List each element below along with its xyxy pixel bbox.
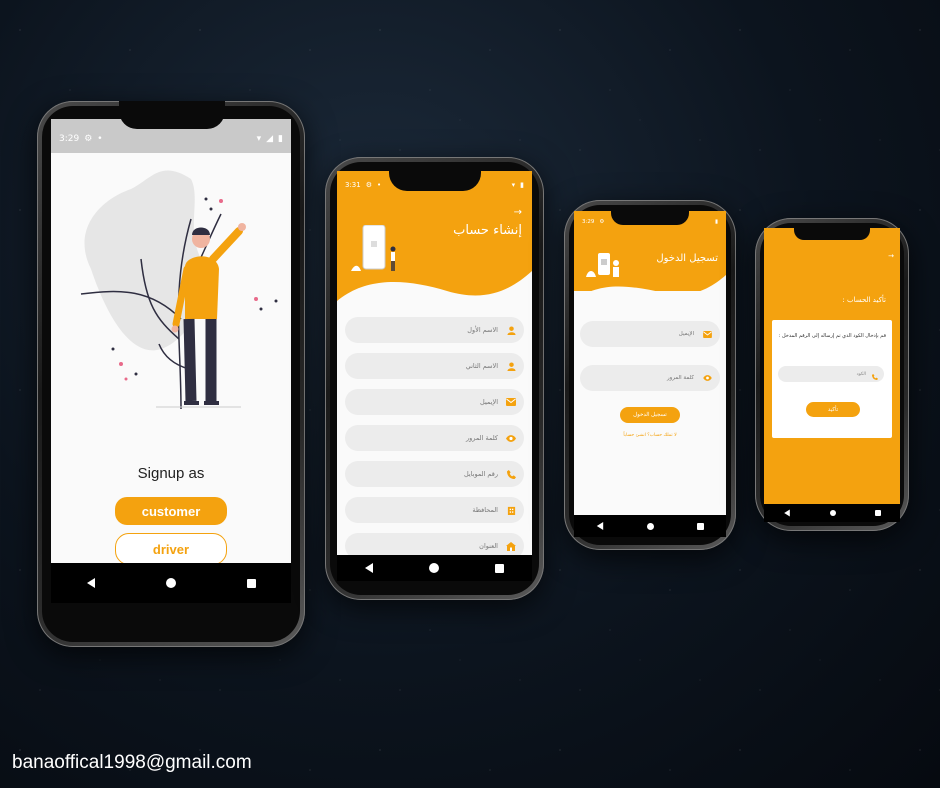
code-field[interactable]: الكود <box>778 366 884 382</box>
header-wave <box>574 275 726 311</box>
mobile-field[interactable]: رقم الموبايل <box>345 461 524 487</box>
dot-icon: • <box>377 181 382 189</box>
battery-icon: ▮ <box>714 219 718 225</box>
back-icon[interactable] <box>784 509 791 517</box>
home-button-icon[interactable] <box>165 578 176 588</box>
governorate-field[interactable]: المحافظة <box>345 497 524 523</box>
back-icon[interactable] <box>596 522 603 530</box>
recents-icon[interactable] <box>246 578 256 588</box>
phone-notch <box>611 211 689 225</box>
phone-icon <box>872 365 878 384</box>
field-label: الإيميل <box>480 398 498 406</box>
field-label: الإيميل <box>678 331 694 337</box>
recents-icon[interactable] <box>495 563 504 573</box>
phone-notch <box>389 171 481 191</box>
dot-icon: • <box>97 134 103 144</box>
eye-icon[interactable] <box>702 373 712 383</box>
status-time: 3:31 <box>345 181 361 189</box>
login-button[interactable]: تسجيل الدخول <box>620 407 680 423</box>
phone-icon <box>506 469 516 479</box>
field-label: المحافظة <box>472 506 498 514</box>
home-button-icon[interactable] <box>829 510 836 516</box>
phone-notch <box>119 101 225 129</box>
phone-illustration <box>351 225 396 271</box>
android-nav-bar <box>337 555 532 581</box>
page-title: تسجيل الدخول <box>656 253 718 264</box>
customer-button[interactable]: customer <box>115 497 227 525</box>
first-name-field[interactable]: الاسم الأول <box>345 317 524 343</box>
confirm-message: قم بإدخال الكود الذي تم إرساله إلى الرقم… <box>778 333 886 339</box>
home-button-icon[interactable] <box>646 522 654 530</box>
recents-icon[interactable] <box>874 510 881 516</box>
confirm-screen: → تأكيد الحساب : قم بإدخال الكود الذي تم… <box>764 228 900 522</box>
driver-button[interactable]: driver <box>115 533 227 565</box>
eye-icon[interactable] <box>506 433 516 443</box>
phone-signup: 3:29 ⚙ • ▾ ◢ ▮ Signup as customer driver <box>37 101 305 647</box>
field-label: العنوان <box>479 542 498 550</box>
code-placeholder: الكود <box>856 371 866 377</box>
back-icon[interactable] <box>86 578 95 588</box>
field-label: رقم الموبايل <box>463 470 498 478</box>
home-button-icon[interactable] <box>429 563 439 573</box>
signup-screen: 3:29 ⚙ • ▾ ◢ ▮ Signup as customer driver <box>51 119 291 603</box>
login-illustration <box>586 253 619 277</box>
signup-link[interactable]: لا تملك حساب؟ انشئ حساباً <box>574 433 726 438</box>
password-field[interactable]: كلمة المرور <box>345 425 524 451</box>
arrow-right-icon[interactable]: → <box>888 252 894 260</box>
person-icon <box>506 325 516 335</box>
field-label: الاسم الأول <box>467 326 498 334</box>
battery-icon: ▮ <box>520 181 524 189</box>
settings-icon: ⚙ <box>599 219 605 225</box>
recents-icon[interactable] <box>697 522 705 530</box>
login-screen: 3:29 ⚙ ▮ تسجيل الدخول الإيميل كلمة المرو… <box>574 211 726 537</box>
contact-email: banaoffical1998@gmail.com <box>12 752 252 773</box>
field-label: كلمة المرور <box>466 434 498 442</box>
android-nav-bar <box>51 563 291 603</box>
confirm-button[interactable]: تأكيد <box>806 402 860 417</box>
field-label: كلمة المرور <box>666 375 694 381</box>
phone-create-account: 3:31 ⚙ • ▾ ▮ → إنشاء حساب الاسم الأول ال… <box>325 157 544 600</box>
wifi-icon: ▾ <box>511 181 516 189</box>
phone-confirm-account: → تأكيد الحساب : قم بإدخال الكود الذي تم… <box>755 218 909 531</box>
last-name-field[interactable]: الاسم الثاني <box>345 353 524 379</box>
signup-as-label: Signup as <box>137 465 205 482</box>
arrow-right-icon[interactable]: → <box>514 207 522 218</box>
battery-icon: ▮ <box>278 134 283 144</box>
mail-icon <box>702 329 712 339</box>
settings-icon: ⚙ <box>365 181 373 189</box>
email-field[interactable]: الإيميل <box>345 389 524 415</box>
phone-login: 3:29 ⚙ ▮ تسجيل الدخول الإيميل كلمة المرو… <box>564 200 736 550</box>
confirm-title: تأكيد الحساب : <box>842 296 886 304</box>
settings-icon: ⚙ <box>84 134 93 144</box>
status-time: 3:29 <box>59 134 80 144</box>
person-icon <box>506 361 516 371</box>
person-illustration <box>80 170 278 409</box>
phone-notch <box>794 228 870 240</box>
back-icon[interactable] <box>365 563 373 573</box>
field-label: الاسم الثاني <box>465 362 498 370</box>
password-field[interactable]: كلمة المرور <box>580 365 720 391</box>
home-icon <box>506 541 516 551</box>
wifi-icon: ▾ <box>256 134 262 144</box>
android-nav-bar <box>574 515 726 537</box>
confirm-card: قم بإدخال الكود الذي تم إرساله إلى الرقم… <box>772 320 892 438</box>
signal-icon: ◢ <box>266 134 274 144</box>
android-nav-bar <box>764 504 900 522</box>
email-field[interactable]: الإيميل <box>580 321 720 347</box>
create-account-screen: 3:31 ⚙ • ▾ ▮ → إنشاء حساب الاسم الأول ال… <box>337 171 532 581</box>
page-title: إنشاء حساب <box>453 223 522 238</box>
mail-icon <box>506 397 516 407</box>
status-time: 3:29 <box>582 219 595 225</box>
building-icon <box>506 505 516 515</box>
